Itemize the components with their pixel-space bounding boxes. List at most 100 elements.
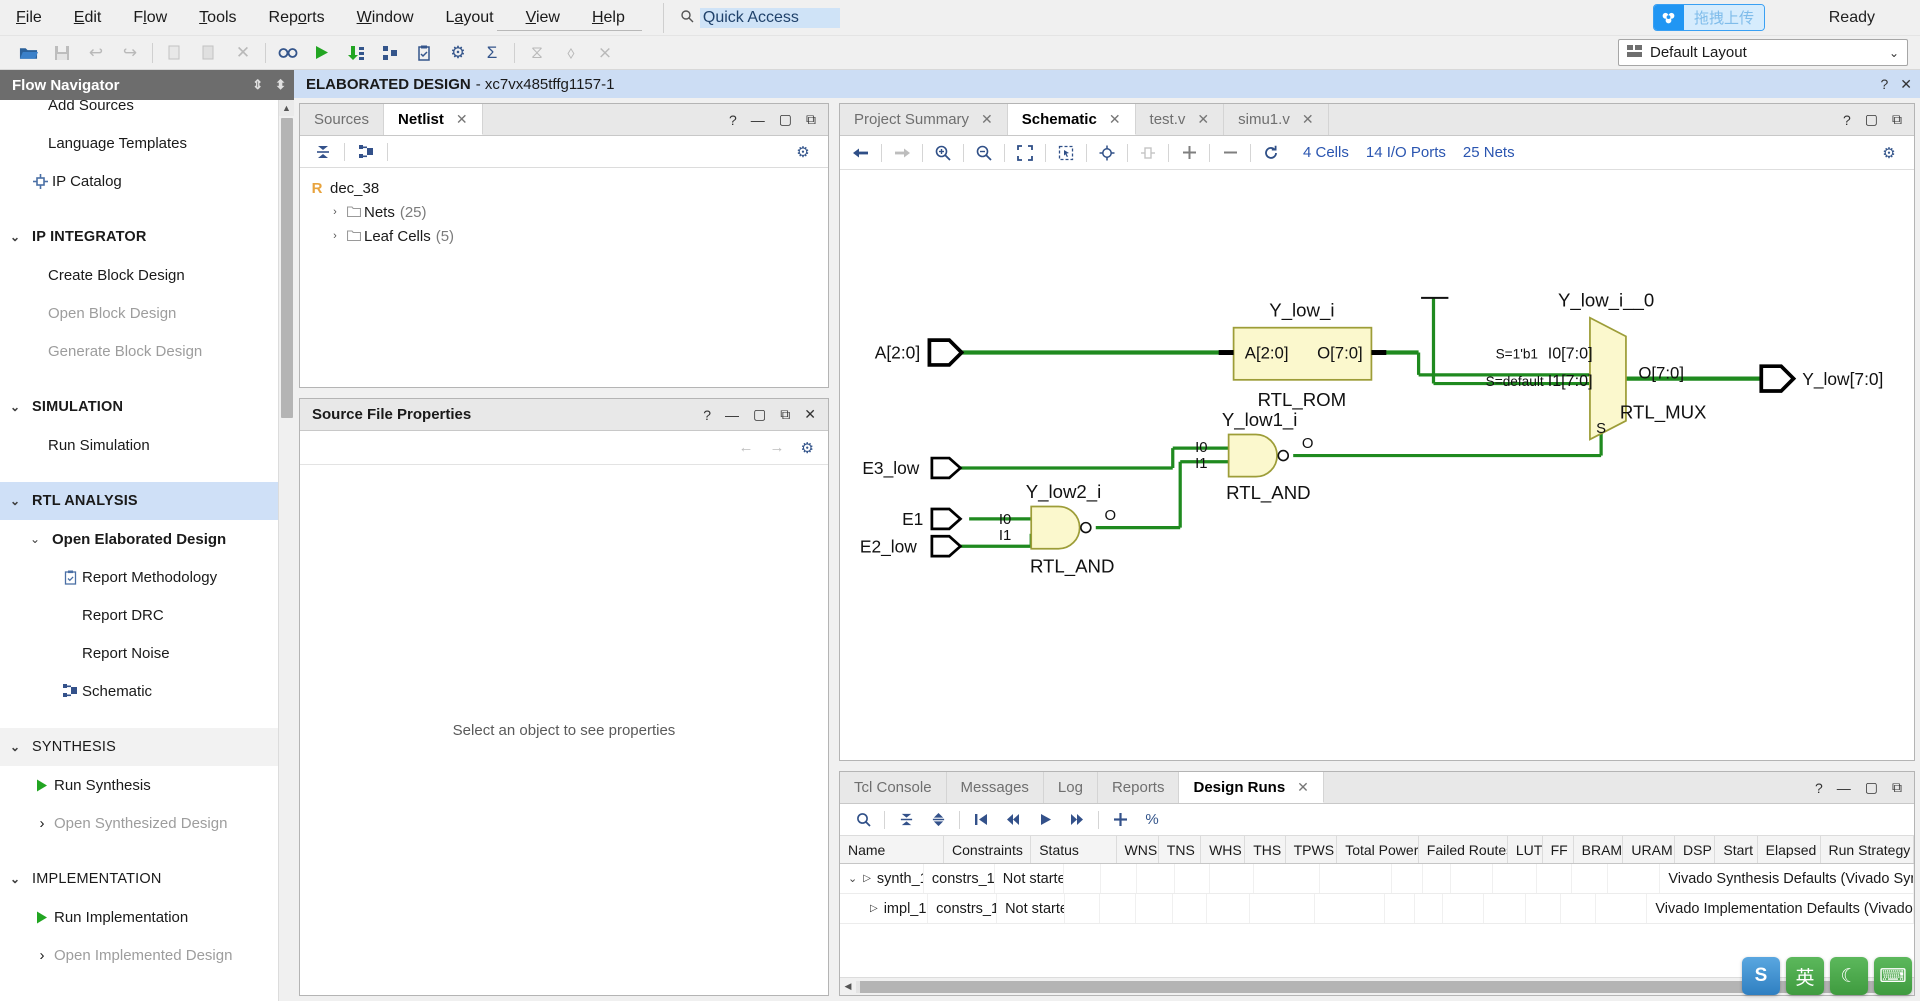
port-E3-low[interactable]: E3_low: [862, 456, 963, 480]
sidebar-item-create-block-design[interactable]: Create Block Design: [0, 256, 294, 294]
schematic-stat-io-ports[interactable]: 14 I/O Ports: [1366, 144, 1446, 161]
tab-tcl-console[interactable]: Tcl Console: [840, 772, 947, 803]
back-icon[interactable]: ←: [739, 439, 754, 456]
add-icon[interactable]: [1174, 140, 1204, 166]
scrollbar-thumb[interactable]: [860, 980, 1880, 993]
drc-button[interactable]: ⨯: [589, 39, 621, 67]
close-icon[interactable]: ✕: [804, 406, 816, 423]
schematic-icon[interactable]: [351, 139, 381, 165]
sidebar-section-implementation[interactable]: ⌄ IMPLEMENTATION: [0, 860, 294, 898]
port-A[interactable]: A[2:0]: [875, 338, 965, 367]
sidebar-item-report-noise[interactable]: Report Noise: [0, 634, 294, 672]
cell-Y-low-i-0[interactable]: Y_low_i__0 S=1'b1 S=default I0[7:0] I1[7…: [1486, 290, 1707, 441]
refresh-icon[interactable]: [1256, 140, 1286, 166]
port-Y-low-out[interactable]: Y_low[7:0]: [1759, 364, 1883, 393]
minimize-icon[interactable]: —: [725, 407, 739, 423]
add-icon[interactable]: [1105, 807, 1135, 833]
report-button[interactable]: [408, 39, 440, 67]
back-icon[interactable]: [846, 140, 876, 166]
zoom-area-icon[interactable]: [1051, 140, 1081, 166]
column-header[interactable]: TPWS: [1286, 836, 1338, 863]
menu-flow[interactable]: Flow: [117, 5, 183, 31]
menu-tools[interactable]: Tools: [183, 5, 252, 31]
help-icon[interactable]: ?: [1843, 112, 1851, 128]
tab-messages[interactable]: Messages: [947, 772, 1044, 803]
expand-all-icon[interactable]: [923, 807, 953, 833]
menu-file[interactable]: File: [0, 5, 58, 31]
close-icon[interactable]: ✕: [1109, 111, 1121, 128]
tab-simu1-v[interactable]: simu1.v ✕: [1224, 104, 1329, 135]
sidebar-item-run-simulation[interactable]: Run Simulation: [0, 426, 294, 464]
scroll-left-icon[interactable]: ◀: [840, 981, 856, 992]
column-header[interactable]: THS: [1245, 836, 1286, 863]
maximize-icon[interactable]: ▢: [779, 111, 792, 128]
quick-access-input[interactable]: [699, 7, 840, 28]
sogou-input-icon[interactable]: S: [1742, 957, 1780, 995]
collapse-all-icon[interactable]: [308, 139, 338, 165]
float-icon[interactable]: ⧉: [806, 111, 816, 128]
power-button[interactable]: ⬨: [555, 39, 587, 67]
tree-root-node[interactable]: R dec_38: [300, 176, 828, 200]
first-icon[interactable]: [966, 807, 996, 833]
column-header[interactable]: Status: [1031, 836, 1117, 863]
search-icon[interactable]: [848, 807, 878, 833]
sidebar-item-run-synthesis[interactable]: Run Synthesis: [0, 766, 294, 804]
sidebar-item-schematic[interactable]: Schematic: [0, 672, 294, 710]
forward-icon[interactable]: →: [770, 439, 785, 456]
schematic-stat-nets[interactable]: 25 Nets: [1463, 144, 1515, 161]
column-header[interactable]: Failed Routes: [1419, 836, 1508, 863]
delete-button[interactable]: ✕: [227, 39, 259, 67]
column-header[interactable]: FF: [1543, 836, 1574, 863]
upload-badge[interactable]: 拖拽上传: [1652, 4, 1765, 31]
column-header[interactable]: URAM: [1623, 836, 1676, 863]
maximize-icon[interactable]: ▢: [1865, 111, 1878, 128]
column-header[interactable]: Total Power: [1337, 836, 1419, 863]
run-triangle-icon[interactable]: ▷: [870, 903, 878, 914]
tree-node-leaf-cells[interactable]: › Leaf Cells (5): [300, 224, 828, 248]
collapse-all-icon[interactable]: ⇕: [252, 77, 263, 93]
chinese-english-icon[interactable]: 英: [1786, 957, 1824, 995]
column-header[interactable]: TNS: [1159, 836, 1202, 863]
tab-sources[interactable]: Sources: [300, 104, 385, 135]
tab-test-v[interactable]: test.v ✕: [1136, 104, 1225, 135]
prev-icon[interactable]: [998, 807, 1028, 833]
expand-icon[interactable]: ⬍: [275, 77, 286, 93]
column-header[interactable]: Elapsed: [1758, 836, 1821, 863]
run-synthesis-button[interactable]: [340, 39, 372, 67]
undo-button[interactable]: ↩: [80, 39, 112, 67]
maximize-icon[interactable]: ▢: [753, 406, 766, 423]
close-icon[interactable]: ✕: [1297, 779, 1309, 796]
sidebar-item-open-implemented-design[interactable]: › Open Implemented Design: [0, 936, 294, 974]
sidebar-item-run-implementation[interactable]: Run Implementation: [0, 898, 294, 936]
chevron-right-icon[interactable]: ›: [326, 230, 344, 242]
remove-icon[interactable]: [1215, 140, 1245, 166]
forward-icon[interactable]: [887, 140, 917, 166]
sidebar-item-open-synthesized-design[interactable]: › Open Synthesized Design: [0, 804, 294, 842]
sidebar-item-report-methodology[interactable]: Report Methodology: [0, 558, 294, 596]
table-row[interactable]: ▷ impl_1 constrs_1 Not started: [840, 894, 1914, 924]
minimize-icon[interactable]: —: [1837, 780, 1851, 796]
percent-icon[interactable]: %: [1137, 807, 1167, 833]
sidebar-item-add-sources[interactable]: Add Sources: [0, 100, 294, 124]
gear-icon[interactable]: ⚙: [788, 139, 818, 165]
float-icon[interactable]: ⧉: [780, 406, 790, 423]
copy-button[interactable]: [159, 39, 191, 67]
settings-button[interactable]: ⚙: [442, 39, 474, 67]
menu-edit[interactable]: Edit: [58, 5, 118, 31]
sum-button[interactable]: Σ: [476, 39, 508, 67]
gear-icon[interactable]: ⚙: [801, 439, 814, 457]
play-icon[interactable]: [1030, 807, 1060, 833]
tab-project-summary[interactable]: Project Summary ✕: [840, 104, 1008, 135]
tree-node-nets[interactable]: › Nets (25): [300, 200, 828, 224]
close-icon[interactable]: ✕: [1302, 111, 1314, 128]
layout-select[interactable]: Default Layout ⌄: [1618, 39, 1908, 66]
close-icon[interactable]: ✕: [456, 111, 468, 128]
moon-icon[interactable]: ☾: [1830, 957, 1868, 995]
sidebar-item-ip-catalog[interactable]: IP Catalog: [0, 162, 294, 200]
column-header[interactable]: WHS: [1201, 836, 1246, 863]
keyboard-icon[interactable]: ⌨: [1874, 957, 1912, 995]
sidebar-section-simulation[interactable]: ⌄ SIMULATION: [0, 388, 294, 426]
tab-log[interactable]: Log: [1044, 772, 1098, 803]
menu-help[interactable]: Help: [576, 5, 641, 31]
column-header[interactable]: LUT: [1508, 836, 1543, 863]
